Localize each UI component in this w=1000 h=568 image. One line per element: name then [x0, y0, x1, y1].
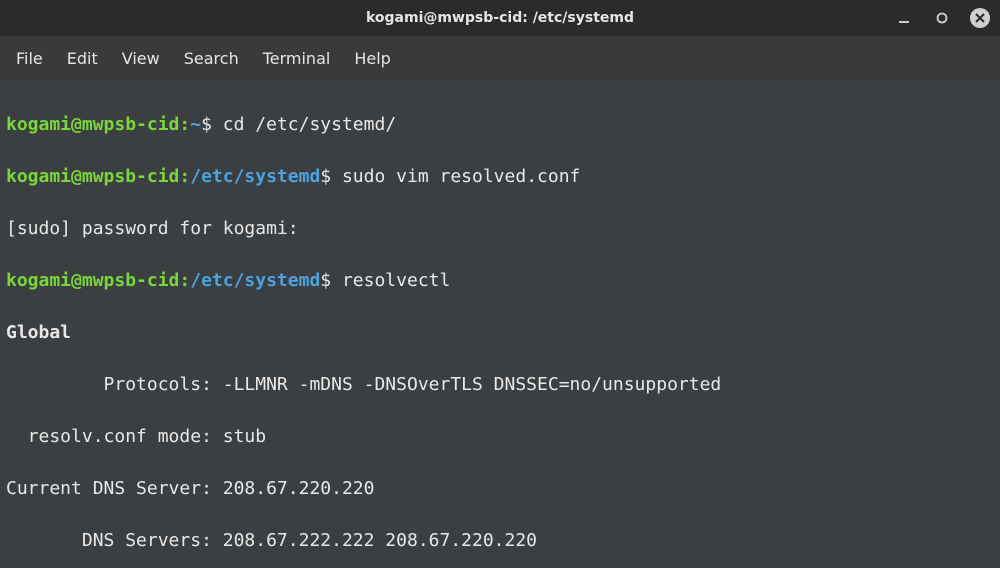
field-label: resolv.conf mode: — [6, 426, 223, 447]
terminal-line: Protocols: -LLMNR -mDNS -DNSOverTLS DNSS… — [6, 372, 994, 398]
prompt-dollar: $ — [320, 166, 331, 187]
window-title: kogami@mwpsb-cid: /etc/systemd — [366, 10, 634, 26]
prompt-path: /etc/systemd — [190, 166, 320, 187]
field-label: DNS Servers: — [6, 530, 223, 551]
field-label: Current DNS Server: — [6, 478, 223, 499]
terminal-line: kogami@mwpsb-cid:/etc/systemd$ sudo vim … — [6, 164, 994, 190]
command-text: resolvectl — [331, 270, 450, 291]
maximize-button[interactable] — [932, 8, 952, 28]
terminal-line: kogami@mwpsb-cid:~$ cd /etc/systemd/ — [6, 112, 994, 138]
menu-help[interactable]: Help — [354, 49, 390, 68]
menubar: File Edit View Search Terminal Help — [0, 36, 1000, 80]
terminal-line: [sudo] password for kogami: — [6, 216, 994, 242]
menu-search[interactable]: Search — [184, 49, 239, 68]
terminal-line: Global — [6, 320, 994, 346]
terminal-line: Current DNS Server: 208.67.220.220 — [6, 476, 994, 502]
field-value: -LLMNR -mDNS -DNSOverTLS DNSSEC=no/unsup… — [223, 374, 722, 395]
terminal-line: resolv.conf mode: stub — [6, 424, 994, 450]
window-titlebar: kogami@mwpsb-cid: /etc/systemd — [0, 0, 1000, 36]
menu-file[interactable]: File — [16, 49, 43, 68]
command-text: cd /etc/systemd/ — [212, 114, 396, 135]
field-value: 208.67.222.222 208.67.220.220 — [223, 530, 537, 551]
prompt-dollar: $ — [201, 114, 212, 135]
field-label: Protocols: — [6, 374, 223, 395]
prompt-user: kogami@mwpsb-cid — [6, 166, 179, 187]
field-value: stub — [223, 426, 266, 447]
minimize-button[interactable] — [894, 8, 914, 28]
menu-view[interactable]: View — [122, 49, 160, 68]
terminal-line: kogami@mwpsb-cid:/etc/systemd$ resolvect… — [6, 268, 994, 294]
prompt-user: kogami@mwpsb-cid — [6, 270, 179, 291]
menu-edit[interactable]: Edit — [67, 49, 98, 68]
prompt-dollar: $ — [320, 270, 331, 291]
terminal-line: DNS Servers: 208.67.222.222 208.67.220.2… — [6, 528, 994, 554]
output-text: [sudo] password for kogami: — [6, 218, 299, 239]
command-text: sudo vim resolved.conf — [331, 166, 580, 187]
field-value: 208.67.220.220 — [223, 478, 375, 499]
menu-terminal[interactable]: Terminal — [263, 49, 331, 68]
terminal-area[interactable]: kogami@mwpsb-cid:~$ cd /etc/systemd/ kog… — [0, 80, 1000, 568]
prompt-path: /etc/systemd — [190, 270, 320, 291]
close-button[interactable] — [970, 8, 990, 28]
prompt-path: ~ — [190, 114, 201, 135]
window-controls — [894, 0, 990, 36]
prompt-user: kogami@mwpsb-cid — [6, 114, 179, 135]
section-header-global: Global — [6, 322, 71, 343]
